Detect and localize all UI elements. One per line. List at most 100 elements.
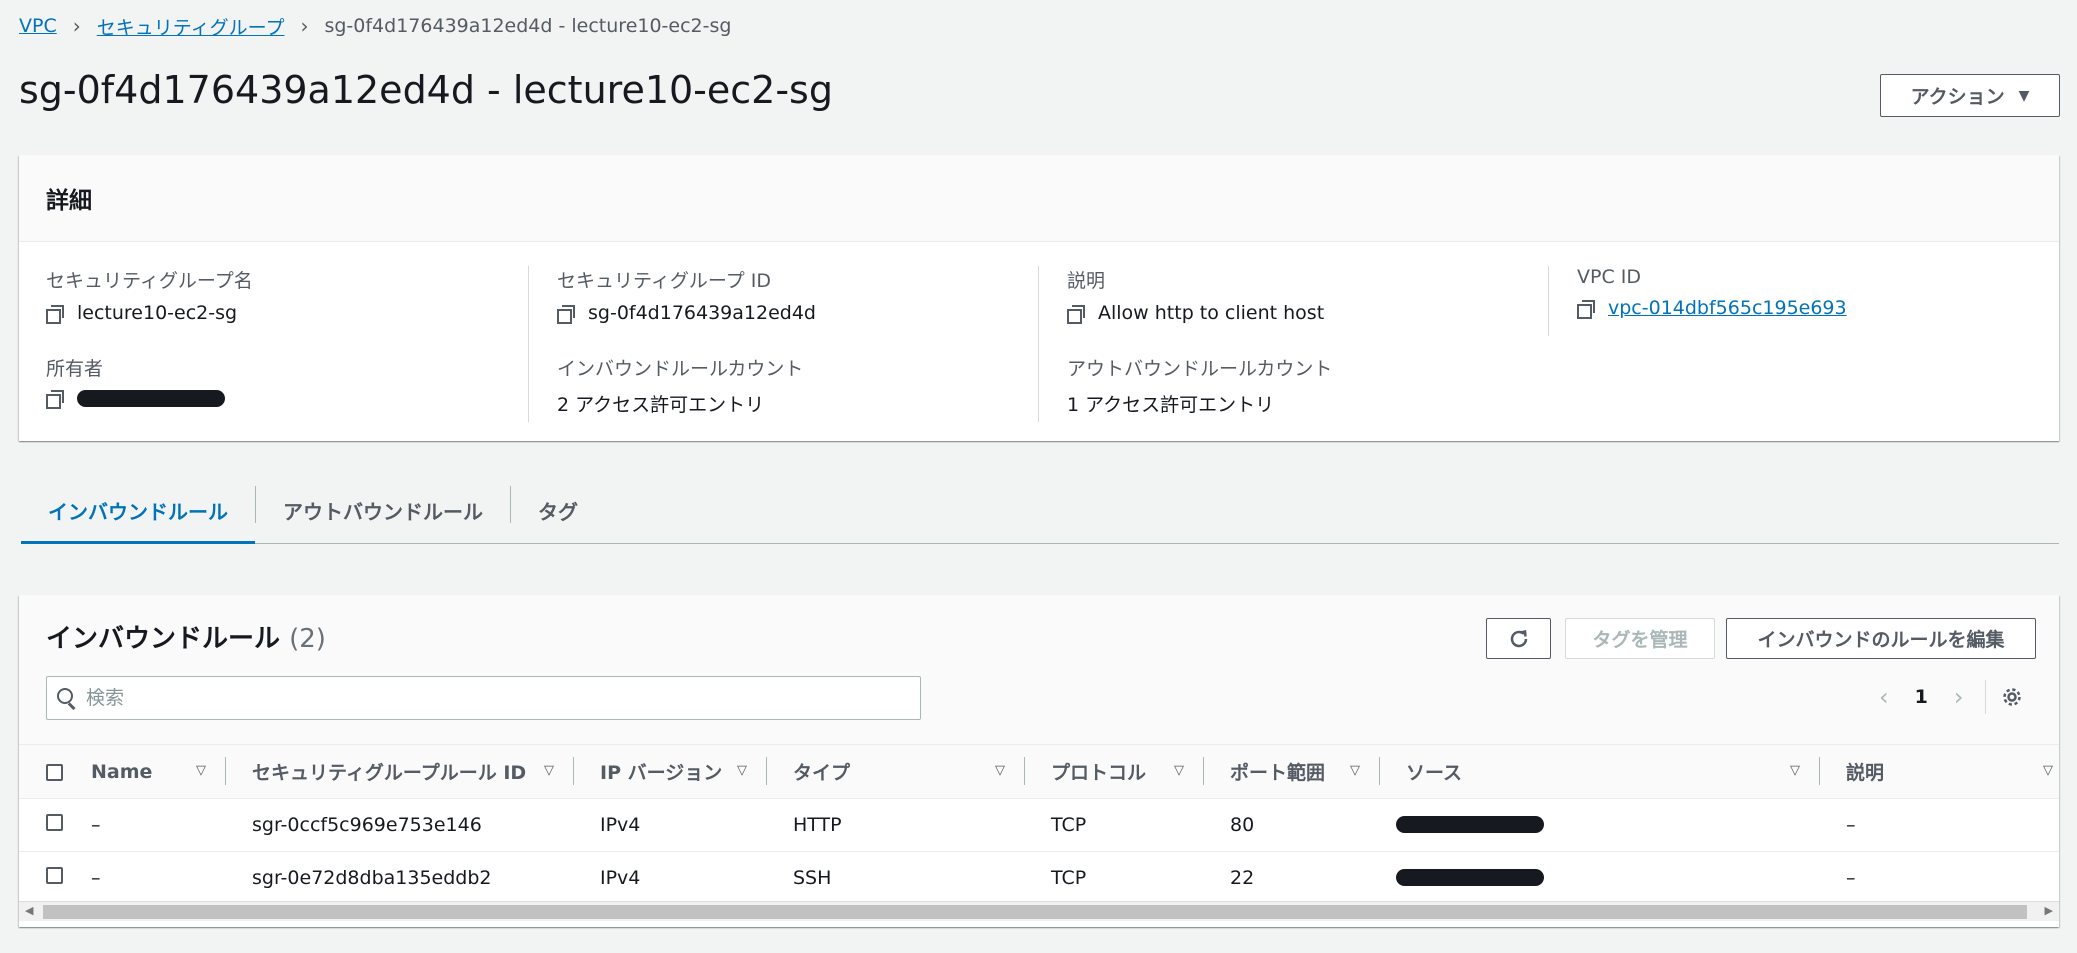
select-all-checkbox[interactable] [46, 763, 63, 781]
chevron-right-icon: › [72, 14, 81, 38]
field-sg-id: セキュリティグループ ID sg-0f4d176439a12ed4d [557, 266, 1037, 324]
column-header-protocol[interactable]: プロトコル ▽ [1025, 744, 1204, 799]
copy-icon[interactable] [1067, 304, 1085, 324]
cell-port-range: 22 [1204, 851, 1380, 905]
sort-caret-icon: ▽ [196, 763, 206, 778]
cell-description: – [1820, 798, 2059, 852]
page-title: sg-0f4d176439a12ed4d - lecture10-ec2-sg [19, 68, 833, 112]
field-label: 説明 [1067, 270, 1106, 292]
edit-inbound-rules-button[interactable]: インバウンドのルールを編集 [1726, 618, 2036, 659]
pagination: ‹ 1 › [1879, 679, 1963, 715]
cell-rule-id: sgr-0ccf5c969e753e146 [226, 798, 574, 852]
refresh-icon [1510, 629, 1527, 647]
cell-ip-version: IPv4 [574, 798, 767, 852]
search-box[interactable] [46, 676, 921, 720]
search-icon [57, 688, 77, 708]
row-checkbox[interactable] [46, 814, 63, 831]
cell-protocol: TCP [1025, 798, 1204, 852]
copy-icon[interactable] [1577, 299, 1595, 319]
field-label: VPC ID [1577, 266, 1641, 288]
manage-tags-button[interactable]: タグを管理 [1565, 618, 1715, 659]
field-vpc-id: VPC ID vpc-014dbf565c195e693 [1577, 266, 2057, 319]
cell-source [1380, 851, 1820, 905]
scroll-left-icon[interactable]: ◀ [25, 904, 33, 917]
actions-button[interactable]: アクション ▼ [1880, 74, 2060, 117]
column-divider [528, 266, 529, 422]
cell-type: SSH [767, 851, 1025, 905]
sort-caret-icon: ▽ [737, 763, 747, 778]
table-header-row: Name ▽ セキュリティグループルール ID ▽ IP バージョン ▽ タイプ… [19, 744, 2059, 799]
outbound-count-value: 1 アクセス許可エントリ [1067, 394, 1275, 416]
tab-bar: インバウンドルール アウトバウンドルール タグ [21, 478, 2059, 544]
tab-outbound-rules[interactable]: アウトバウンドルール [256, 478, 510, 543]
table-row[interactable]: – sgr-0e72d8dba135eddb2 IPv4 SSH TCP 22 … [19, 851, 2059, 905]
column-divider [1038, 266, 1039, 422]
cell-ip-version: IPv4 [574, 851, 767, 905]
pager-divider [1985, 680, 1986, 714]
cell-rule-id: sgr-0e72d8dba135eddb2 [226, 851, 574, 905]
sort-caret-icon: ▽ [995, 763, 1005, 778]
tab-inbound-rules[interactable]: インバウンドルール [21, 478, 255, 544]
actions-button-label: アクション [1910, 86, 2005, 108]
scroll-right-icon[interactable]: ▶ [2045, 904, 2053, 917]
cell-name: – [91, 851, 226, 905]
sg-id-value: sg-0f4d176439a12ed4d [588, 302, 816, 324]
redacted-owner [77, 390, 225, 407]
field-description: 説明 Allow http to client host [1067, 266, 1547, 324]
caret-down-icon: ▼ [2018, 87, 2030, 104]
sort-caret-icon: ▽ [1790, 763, 1800, 778]
field-owner: 所有者 [46, 354, 526, 409]
breadcrumb-vpc-link[interactable]: VPC [19, 15, 57, 37]
redacted-source [1396, 816, 1544, 833]
vpc-id-link[interactable]: vpc-014dbf565c195e693 [1608, 297, 1847, 319]
redacted-source [1396, 869, 1544, 886]
copy-icon[interactable] [557, 304, 575, 324]
field-label: 所有者 [46, 358, 104, 380]
column-header-name[interactable]: Name ▽ [91, 744, 226, 799]
page-number[interactable]: 1 [1915, 686, 1928, 708]
refresh-button[interactable] [1486, 618, 1551, 659]
sort-caret-icon: ▽ [544, 763, 554, 778]
cell-name: – [91, 798, 226, 852]
select-all-header [19, 744, 91, 799]
column-header-ip-version[interactable]: IP バージョン ▽ [574, 744, 767, 799]
column-header-label: プロトコル [1051, 762, 1147, 784]
column-header-source[interactable]: ソース ▽ [1380, 744, 1820, 799]
scrollbar-thumb[interactable] [43, 905, 2027, 919]
inbound-rules-title: インバウンドルール (2) [46, 618, 326, 655]
column-header-label: 説明 [1846, 762, 1885, 784]
column-header-label: IP バージョン [600, 762, 723, 784]
column-header-description[interactable]: 説明 ▽ [1820, 744, 2059, 799]
settings-gear-icon[interactable] [2001, 686, 2023, 708]
cell-port-range: 80 [1204, 798, 1380, 852]
details-grid: セキュリティグループ名 lecture10-ec2-sg セキュリティグループ … [19, 242, 2059, 441]
field-label: セキュリティグループ名 [46, 270, 253, 292]
inbound-rules-count: (2) [289, 624, 326, 654]
copy-icon[interactable] [46, 390, 64, 409]
inbound-rules-title-text: インバウンドルール [46, 624, 281, 654]
row-checkbox[interactable] [46, 867, 63, 884]
cell-type: HTTP [767, 798, 1025, 852]
tab-tags[interactable]: タグ [511, 478, 605, 543]
horizontal-scrollbar[interactable]: ◀ ▶ [19, 901, 2059, 921]
search-input[interactable] [86, 687, 886, 709]
details-panel: 詳細 セキュリティグループ名 lecture10-ec2-sg セキュリティグル… [19, 155, 2059, 441]
inbound-rules-header: インバウンドルール (2) タグを管理 インバウンドのルールを編集 ‹ 1 › [19, 595, 2059, 744]
breadcrumb: VPC › セキュリティグループ › sg-0f4d176439a12ed4d … [19, 13, 732, 40]
column-header-rule-id[interactable]: セキュリティグループルール ID ▽ [226, 744, 574, 799]
field-inbound-count: インバウンドルールカウント 2 アクセス許可エントリ [557, 354, 1037, 417]
details-header: 詳細 [19, 155, 2059, 242]
cell-source [1380, 798, 1820, 852]
copy-icon[interactable] [46, 304, 64, 324]
column-header-port-range[interactable]: ポート範囲 ▽ [1204, 744, 1380, 799]
sort-caret-icon: ▽ [1350, 763, 1360, 778]
table-row[interactable]: – sgr-0ccf5c969e753e146 IPv4 HTTP TCP 80… [19, 798, 2059, 852]
breadcrumb-current: sg-0f4d176439a12ed4d - lecture10-ec2-sg [324, 15, 732, 37]
chevron-right-icon[interactable]: › [1954, 683, 1964, 711]
breadcrumb-security-groups-link[interactable]: セキュリティグループ [97, 13, 285, 40]
column-header-type[interactable]: タイプ ▽ [767, 744, 1025, 799]
column-header-label: ソース [1406, 762, 1463, 784]
chevron-left-icon[interactable]: ‹ [1879, 683, 1889, 711]
field-label: アウトバウンドルールカウント [1067, 358, 1333, 380]
cell-protocol: TCP [1025, 851, 1204, 905]
